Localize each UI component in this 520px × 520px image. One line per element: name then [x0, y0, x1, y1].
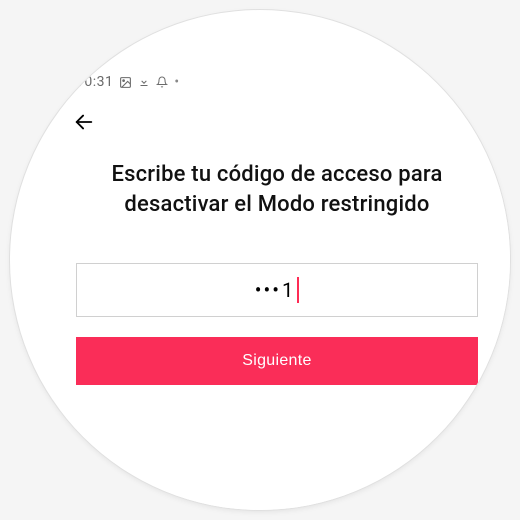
bell-icon	[156, 76, 168, 88]
status-left: 10:31 •	[76, 74, 179, 90]
more-dot-icon: •	[174, 75, 179, 89]
screen: 10:31 • R	[60, 68, 510, 510]
image-icon	[119, 76, 132, 89]
content: Escribe tu código de acceso para desacti…	[60, 140, 510, 385]
passcode-visible-digit: 1	[282, 278, 296, 302]
back-button[interactable]	[72, 110, 96, 134]
circular-frame: 10:31 • R	[10, 10, 510, 510]
passcode-field-wrap: •••1	[70, 263, 484, 317]
next-button[interactable]: Siguiente	[76, 337, 478, 385]
status-right: R	[445, 76, 498, 89]
passcode-masked: •••	[255, 278, 281, 302]
status-time: 10:31	[76, 74, 113, 90]
next-button-label: Siguiente	[242, 352, 311, 370]
svg-text:R: R	[467, 76, 470, 82]
button-wrap: Siguiente	[70, 337, 484, 385]
signal-icon: R	[466, 76, 480, 89]
top-bar	[60, 96, 510, 140]
battery-icon	[486, 76, 498, 89]
arrow-left-icon	[73, 111, 95, 133]
download-icon	[138, 76, 150, 88]
text-caret	[297, 277, 299, 303]
status-bar: 10:31 • R	[60, 68, 510, 96]
passcode-input[interactable]: •••1	[76, 263, 478, 317]
page-title: Escribe tu código de acceso para desacti…	[70, 160, 484, 219]
wifi-icon	[445, 76, 460, 89]
